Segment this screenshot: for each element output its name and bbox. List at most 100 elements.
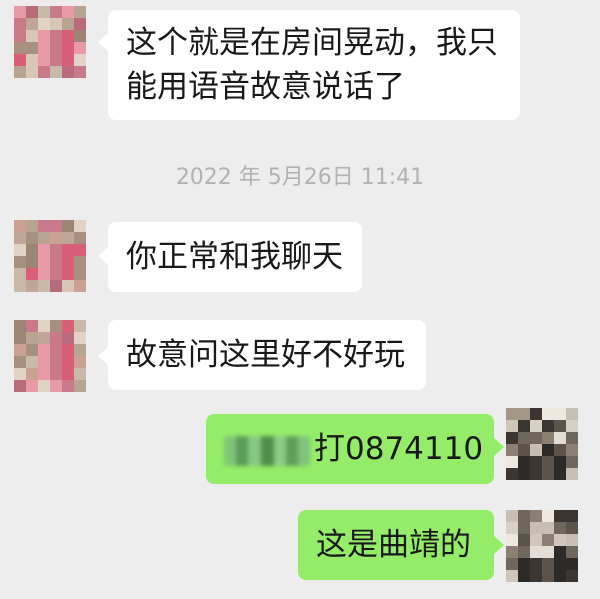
avatar-pixel	[14, 256, 26, 268]
contact-avatar[interactable]	[14, 6, 86, 78]
avatar-pixel	[14, 42, 26, 54]
avatar-pixel	[50, 220, 62, 232]
avatar-pixel	[26, 220, 38, 232]
avatar-pixel	[530, 456, 542, 468]
avatar-pixel	[26, 356, 38, 368]
avatar-pixel	[62, 280, 74, 292]
contact-avatar[interactable]	[14, 220, 86, 292]
avatar-pixel	[14, 268, 26, 280]
avatar-pixel	[62, 244, 74, 256]
avatar-pixel	[26, 320, 38, 332]
avatar-pixel	[26, 66, 38, 78]
redacted-text	[224, 435, 310, 466]
avatar-pixel	[26, 18, 38, 30]
avatar-pixel	[506, 420, 518, 432]
avatar-pixel	[62, 66, 74, 78]
message-bubble-outgoing[interactable]: 打0874110	[206, 414, 494, 484]
avatar-pixel	[50, 42, 62, 54]
avatar-pixel	[542, 456, 554, 468]
avatar-pixel	[554, 408, 566, 420]
avatar-pixel	[74, 268, 86, 280]
avatar-pixel	[62, 356, 74, 368]
avatar-pixel	[50, 320, 62, 332]
avatar-pixel	[26, 344, 38, 356]
avatar-pixel	[14, 368, 26, 380]
avatar-pixel	[530, 420, 542, 432]
self-avatar[interactable]	[506, 408, 578, 480]
avatar-pixel	[542, 534, 554, 546]
avatar-pixel	[74, 54, 86, 66]
avatar-pixel	[74, 380, 86, 392]
avatar-pixel	[62, 268, 74, 280]
avatar-pixel	[38, 244, 50, 256]
avatar-pixel	[506, 570, 518, 582]
avatar-pixel	[566, 558, 578, 570]
message-bubble-outgoing[interactable]: 这是曲靖的	[298, 510, 494, 580]
chat-timestamp: 2022 年 5月26日 11:41	[175, 165, 425, 190]
avatar-pixel	[14, 54, 26, 66]
avatar-pixel	[566, 522, 578, 534]
avatar-pixel	[38, 220, 50, 232]
avatar-pixel	[506, 408, 518, 420]
avatar-pixel	[74, 42, 86, 54]
avatar-pixel	[26, 244, 38, 256]
avatar-pixel	[554, 420, 566, 432]
avatar-pixel	[554, 456, 566, 468]
message-text: 故意问这里好不好玩	[126, 337, 405, 373]
avatar-pixel	[50, 332, 62, 344]
avatar-pixel	[14, 356, 26, 368]
avatar-pixel	[554, 558, 566, 570]
self-avatar[interactable]	[506, 510, 578, 582]
avatar-pixel	[14, 332, 26, 344]
avatar-pixel	[26, 280, 38, 292]
message-bubble-incoming[interactable]: 这个就是在房间晃动，我只 能用语音故意说话了	[108, 10, 520, 120]
avatar-pixel	[74, 18, 86, 30]
avatar-pixel	[14, 320, 26, 332]
avatar-pixel	[542, 558, 554, 570]
avatar-pixel	[506, 468, 518, 480]
message-text: 这是曲靖的	[316, 527, 471, 563]
avatar-pixel	[542, 510, 554, 522]
avatar-pixel	[530, 510, 542, 522]
avatar-pixel	[506, 444, 518, 456]
avatar-pixel	[554, 432, 566, 444]
avatar-pixel	[518, 468, 530, 480]
avatar-pixel	[50, 380, 62, 392]
avatar-pixel	[38, 344, 50, 356]
avatar-pixel	[566, 510, 578, 522]
avatar-pixel	[62, 320, 74, 332]
avatar-pixel	[74, 220, 86, 232]
avatar-pixel	[566, 420, 578, 432]
avatar-pixel	[530, 522, 542, 534]
bubble-tail	[494, 536, 504, 554]
avatar-pixel	[518, 444, 530, 456]
avatar-pixel	[14, 6, 26, 18]
avatar-pixel	[62, 42, 74, 54]
avatar-pixel	[506, 510, 518, 522]
avatar-pixel	[26, 332, 38, 344]
message-bubble-incoming[interactable]: 故意问这里好不好玩	[108, 320, 426, 390]
avatar-pixel	[518, 432, 530, 444]
contact-avatar[interactable]	[14, 320, 86, 392]
avatar-pixel	[62, 54, 74, 66]
avatar-pixel	[38, 280, 50, 292]
avatar-pixel	[38, 6, 50, 18]
avatar-pixel	[38, 42, 50, 54]
avatar-pixel	[542, 468, 554, 480]
avatar-pixel	[506, 432, 518, 444]
avatar-pixel	[14, 232, 26, 244]
message-bubble-incoming[interactable]: 你正常和我聊天	[108, 222, 362, 292]
avatar-pixel	[542, 420, 554, 432]
avatar-pixel	[566, 432, 578, 444]
avatar-pixel	[50, 30, 62, 42]
avatar-pixel	[506, 558, 518, 570]
avatar-pixel	[38, 380, 50, 392]
avatar-pixel	[14, 220, 26, 232]
avatar-pixel	[506, 534, 518, 546]
avatar-pixel	[566, 546, 578, 558]
avatar-pixel	[62, 344, 74, 356]
avatar-pixel	[542, 546, 554, 558]
avatar-pixel	[62, 380, 74, 392]
avatar-pixel	[38, 320, 50, 332]
bubble-tail	[98, 33, 108, 51]
